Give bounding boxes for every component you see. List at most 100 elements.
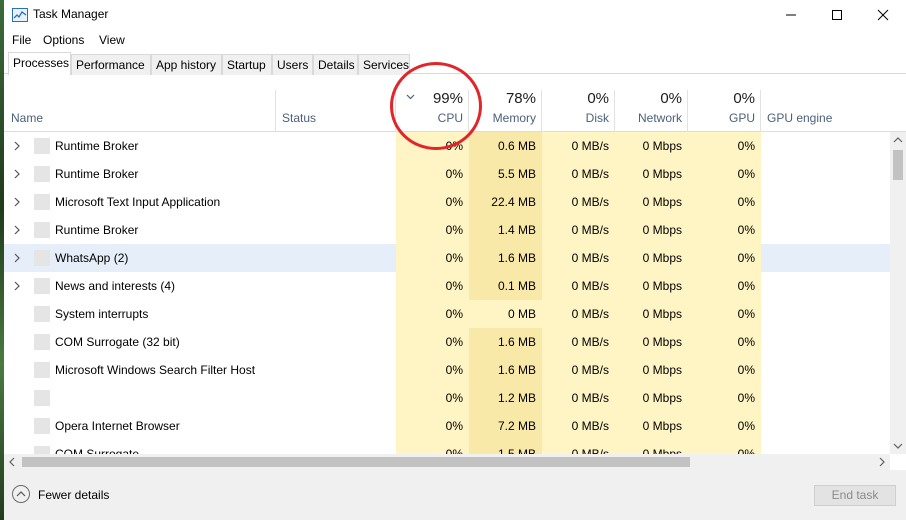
expand-chevron-icon[interactable] bbox=[12, 197, 22, 207]
process-icon bbox=[34, 278, 50, 294]
task-manager-window: Task Manager File Options View Processes… bbox=[4, 0, 906, 520]
minimize-button[interactable] bbox=[768, 0, 814, 30]
table-row[interactable]: System interrupts 0% 0 MB 0 MB/s 0 Mbps 0% bbox=[4, 300, 890, 328]
column-header-name[interactable]: Name bbox=[4, 74, 276, 132]
horizontal-scrollbar[interactable] bbox=[4, 454, 890, 470]
vertical-scrollbar[interactable] bbox=[890, 132, 906, 454]
process-list: Runtime Broker 0% 0.6 MB 0 MB/s 0 Mbps 0% Runt… bbox=[4, 132, 890, 454]
disk-value: 0 MB/s bbox=[542, 412, 615, 440]
tab-performance[interactable]: Performance bbox=[71, 54, 151, 75]
end-task-button[interactable]: End task bbox=[814, 485, 896, 506]
gpu-value: 0% bbox=[688, 272, 761, 300]
expand-chevron-icon[interactable] bbox=[12, 225, 22, 235]
scroll-right-arrow-icon bbox=[879, 457, 885, 467]
process-name bbox=[55, 384, 275, 412]
gpu-value: 0% bbox=[688, 300, 761, 328]
network-value: 0 Mbps bbox=[615, 356, 688, 384]
cpu-value: 0% bbox=[396, 300, 469, 328]
table-row[interactable]: Runtime Broker 0% 5.5 MB 0 MB/s 0 Mbps 0% bbox=[4, 160, 890, 188]
maximize-button[interactable] bbox=[814, 0, 860, 30]
table-row[interactable]: Runtime Broker 0% 1.4 MB 0 MB/s 0 Mbps 0% bbox=[4, 216, 890, 244]
cpu-value: 0% bbox=[396, 440, 469, 454]
process-name: System interrupts bbox=[55, 307, 149, 321]
header-network-label: Network bbox=[637, 111, 682, 125]
expand-chevron-icon[interactable] bbox=[12, 169, 22, 179]
scroll-down-arrow-icon bbox=[893, 443, 903, 449]
process-icon bbox=[34, 362, 50, 378]
vertical-scroll-thumb[interactable] bbox=[893, 150, 903, 180]
gpu-value: 0% bbox=[688, 440, 761, 454]
close-button[interactable] bbox=[860, 0, 906, 30]
network-value: 0 Mbps bbox=[615, 132, 688, 160]
cpu-value: 0% bbox=[396, 384, 469, 412]
column-header-status[interactable]: Status bbox=[276, 74, 396, 132]
tab-processes[interactable]: Processes bbox=[8, 52, 71, 75]
column-header-gpu[interactable]: 0% GPU bbox=[688, 74, 761, 132]
process-icon bbox=[34, 390, 50, 406]
gpu-value: 0% bbox=[688, 328, 761, 356]
table-row[interactable]: Opera Internet Browser 0% 7.2 MB 0 MB/s 0 Mb… bbox=[4, 412, 890, 440]
close-icon bbox=[877, 9, 889, 21]
network-value: 0 Mbps bbox=[615, 384, 688, 412]
process-name: Microsoft Windows Search Filter Host bbox=[55, 363, 256, 377]
memory-value: 1.6 MB bbox=[469, 328, 542, 356]
gpu-value: 0% bbox=[688, 188, 761, 216]
cpu-value: 0% bbox=[396, 356, 469, 384]
process-icon bbox=[34, 138, 50, 154]
process-name: COM Surrogate bbox=[55, 447, 140, 454]
tab-startup[interactable]: Startup bbox=[222, 54, 272, 75]
table-row[interactable]: Microsoft Windows Search Filter Host 0% 1.… bbox=[4, 356, 890, 384]
tab-users[interactable]: Users bbox=[272, 54, 313, 75]
menu-bar: File Options View bbox=[4, 30, 906, 50]
cpu-value: 0% bbox=[396, 160, 469, 188]
expand-chevron-icon[interactable] bbox=[12, 141, 22, 151]
process-name: News and interests (4) bbox=[55, 279, 176, 293]
memory-value: 0.6 MB bbox=[469, 132, 542, 160]
table-row[interactable]: COM Surrogate (32 bit) 0% 1.6 MB 0 MB/s 0 Mb… bbox=[4, 328, 890, 356]
disk-value: 0 MB/s bbox=[542, 160, 615, 188]
memory-value: 5.5 MB bbox=[469, 160, 542, 188]
title-bar[interactable]: Task Manager bbox=[4, 0, 906, 30]
column-header-network[interactable]: 0% Network bbox=[615, 74, 688, 132]
menu-options[interactable]: Options bbox=[43, 33, 84, 47]
window-title: Task Manager bbox=[33, 7, 109, 21]
column-header-gpu-engine[interactable]: GPU engine bbox=[761, 74, 906, 132]
fewer-details-link[interactable]: Fewer details bbox=[38, 488, 109, 502]
cpu-value: 0% bbox=[396, 328, 469, 356]
disk-value: 0 MB/s bbox=[542, 188, 615, 216]
memory-value: 1.6 MB bbox=[469, 356, 542, 384]
menu-view[interactable]: View bbox=[99, 33, 125, 47]
disk-value: 0 MB/s bbox=[542, 132, 615, 160]
cpu-value: 0% bbox=[396, 216, 469, 244]
table-row[interactable]: News and interests (4) 0% 0.1 MB 0 MB/s 0 Mb… bbox=[4, 272, 890, 300]
column-header-disk[interactable]: 0% Disk bbox=[542, 74, 615, 132]
gpu-value: 0% bbox=[688, 244, 761, 272]
menu-file[interactable]: File bbox=[12, 33, 31, 47]
chevron-up-circle-icon[interactable] bbox=[12, 485, 30, 503]
expand-chevron-icon[interactable] bbox=[12, 253, 22, 263]
process-name: Runtime Broker bbox=[55, 167, 139, 181]
network-value: 0 Mbps bbox=[615, 216, 688, 244]
process-name: Microsoft Text Input Application bbox=[55, 195, 221, 209]
header-disk-percent: 0% bbox=[587, 90, 609, 107]
cpu-value: 0% bbox=[396, 244, 469, 272]
header-gpu-engine-label: GPU engine bbox=[767, 111, 833, 125]
table-row[interactable]: COM Surrogate 0% 1.5 MB 0 MB/s 0 Mbps 0% bbox=[4, 440, 890, 454]
process-name: COM Surrogate (32 bit) bbox=[55, 335, 180, 349]
table-row[interactable]: Microsoft Text Input Application 0% 22.4 M… bbox=[4, 188, 890, 216]
expand-chevron-icon[interactable] bbox=[12, 281, 22, 291]
table-row[interactable]: 0% 1.2 MB 0 MB/s 0 Mbps 0% bbox=[4, 384, 890, 412]
gpu-value: 0% bbox=[688, 132, 761, 160]
gpu-value: 0% bbox=[688, 384, 761, 412]
disk-value: 0 MB/s bbox=[542, 300, 615, 328]
horizontal-scroll-thumb[interactable] bbox=[22, 457, 690, 467]
network-value: 0 Mbps bbox=[615, 412, 688, 440]
tab-services[interactable]: Services bbox=[358, 54, 410, 75]
cpu-value: 0% bbox=[396, 188, 469, 216]
tab-details[interactable]: Details bbox=[313, 54, 358, 75]
tab-app-history[interactable]: App history bbox=[151, 54, 222, 75]
network-value: 0 Mbps bbox=[615, 188, 688, 216]
table-row[interactable]: WhatsApp (2) 0% 1.6 MB 0 MB/s 0 Mbps 0% bbox=[4, 244, 890, 272]
header-memory-percent: 78% bbox=[505, 90, 536, 107]
memory-value: 0.1 MB bbox=[469, 272, 542, 300]
